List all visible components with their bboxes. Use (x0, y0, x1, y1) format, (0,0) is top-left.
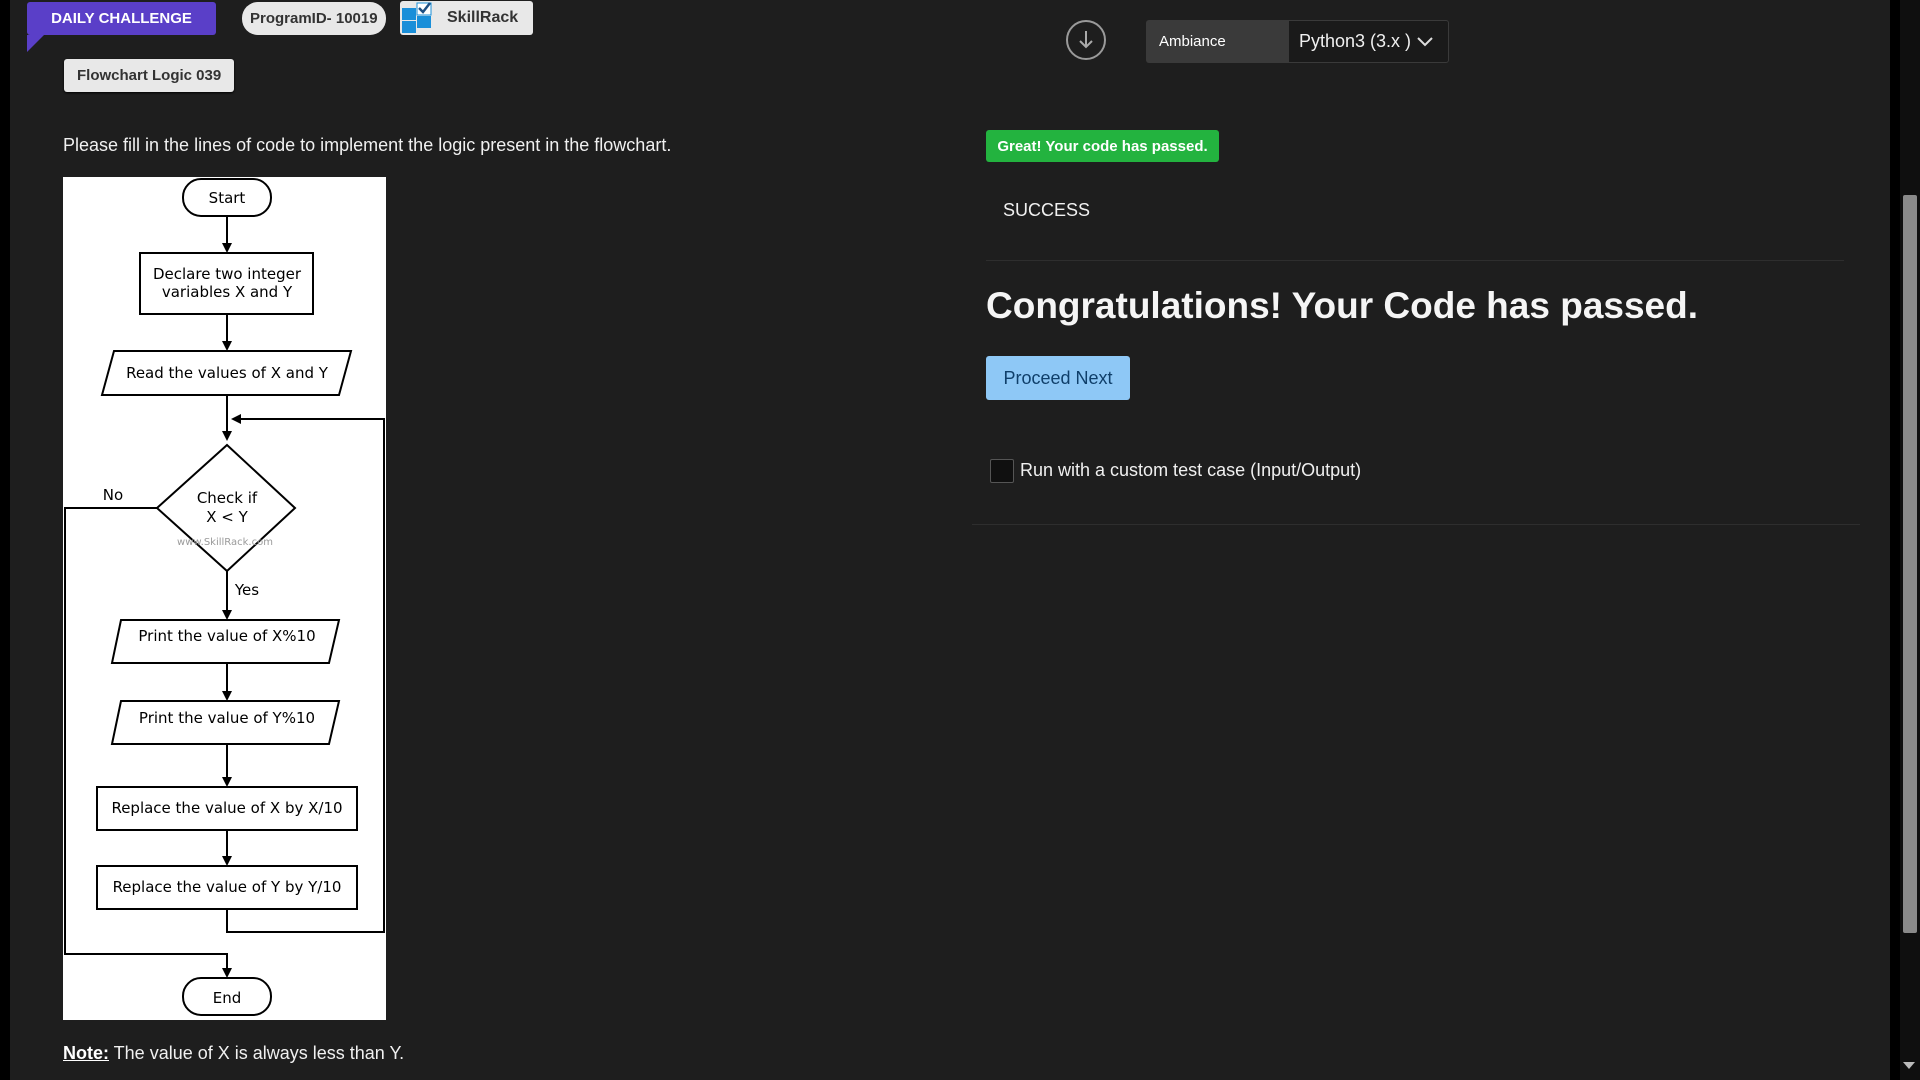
daily-challenge-badge: DAILY CHALLENGE (27, 2, 216, 35)
pass-badge: Great! Your code has passed. (986, 130, 1219, 162)
problem-note: Note: The value of X is always less than… (63, 1043, 404, 1064)
chevron-down-icon (1417, 37, 1433, 47)
flow-watermark: www.SkillRack.com (177, 537, 273, 548)
flow-declare-text-2: variables X and Y (162, 283, 293, 301)
flow-replace-x-text: Replace the value of X by X/10 (111, 799, 342, 817)
scrollbar-thumb[interactable] (1903, 195, 1917, 933)
flow-end-text: End (213, 989, 242, 1007)
output-box: SUCCESS (986, 176, 1844, 261)
flow-print-x-text: Print the value of X%10 (138, 627, 315, 645)
note-label: Note: (63, 1043, 109, 1063)
custom-test-label[interactable]: Run with a custom test case (Input/Outpu… (1020, 460, 1361, 481)
topic-tag[interactable]: Flowchart Logic 039 (64, 59, 235, 92)
flow-check-text-1: Check if (197, 489, 258, 507)
proceed-next-button[interactable]: Proceed Next (986, 356, 1130, 400)
flow-read-text: Read the values of X and Y (126, 364, 329, 382)
flowchart-image: Start Declare two integer variables X an… (63, 177, 386, 1020)
language-select[interactable]: Python3 (3.x ) (1288, 20, 1449, 63)
flow-yes-label: Yes (234, 581, 259, 599)
flow-check-text-2: X < Y (206, 508, 248, 526)
language-value: Python3 (3.x ) (1299, 31, 1412, 51)
arrow-down-icon (1079, 31, 1093, 49)
flow-replace-y-text: Replace the value of Y by Y/10 (113, 878, 342, 896)
skillrack-logo-icon (401, 2, 433, 34)
download-button[interactable] (1066, 20, 1106, 60)
problem-instruction: Please fill in the lines of code to impl… (63, 135, 672, 155)
status-text: SUCCESS (1003, 200, 1091, 220)
app-window: DAILY CHALLENGE ProgramID- 10019 SkillRa… (10, 0, 1890, 1080)
section-divider (972, 524, 1860, 525)
badge-ribbon-tail (27, 35, 44, 52)
skillrack-label: SkillRack (447, 9, 519, 26)
flow-no-label: No (103, 486, 123, 504)
custom-test-checkbox[interactable] (990, 459, 1014, 483)
note-text: The value of X is always less than Y. (109, 1043, 405, 1063)
flow-print-y-text: Print the value of Y%10 (139, 709, 315, 727)
theme-selector[interactable]: Ambiance (1146, 20, 1288, 63)
flow-declare-text-1: Declare two integer (153, 265, 302, 283)
congrats-heading: Congratulations! Your Code has passed. (986, 285, 1699, 326)
scroll-down-arrow-icon[interactable] (1903, 1062, 1915, 1069)
skillrack-link[interactable]: SkillRack (400, 1, 533, 35)
flow-start-text: Start (209, 189, 246, 207)
program-id-badge: ProgramID- 10019 (242, 2, 386, 35)
